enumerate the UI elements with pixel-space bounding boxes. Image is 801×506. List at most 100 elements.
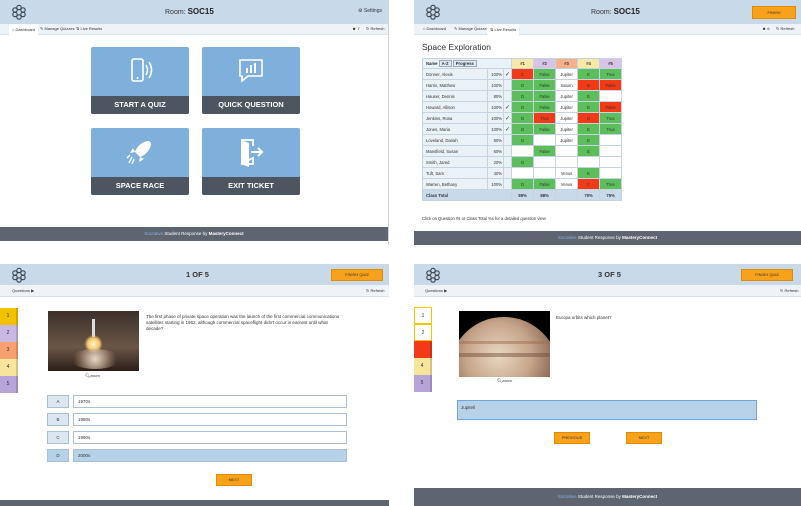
question-number-3[interactable]: 3 [0,342,18,359]
answer-cell[interactable]: C [511,68,535,80]
answer-cell[interactable]: False [599,101,623,113]
answer-cell[interactable]: B [577,79,601,91]
answer-cell[interactable] [511,145,535,157]
refresh-button[interactable]: ↻ Refresh [366,288,384,293]
question-header[interactable]: #4 [577,58,601,69]
question-number-4[interactable]: 4 [0,359,18,376]
class-total-value[interactable]: 88% [533,189,557,201]
question-header[interactable]: #1 [511,58,535,69]
answer-cell[interactable] [533,167,557,179]
answer-cell[interactable]: E [577,90,601,102]
answer-cell[interactable]: Jupiter [555,134,579,146]
answer-cell[interactable]: E [577,145,601,157]
space-race-tile[interactable]: SPACE RACE [91,128,189,195]
answer-cell[interactable]: Jupiter [555,68,579,80]
answer-cell[interactable] [555,156,579,168]
answer-choice[interactable]: D 2000s [47,449,347,462]
question-image[interactable] [459,311,550,377]
answer-cell[interactable]: True [599,68,623,80]
answer-cell[interactable]: Jupiter [555,123,579,135]
next-button[interactable]: NEXT [626,432,662,444]
tab-live-results[interactable]: ⇅ Live Results [487,24,520,35]
start-quiz-tile[interactable]: START A QUIZ [91,47,189,114]
answer-cell[interactable] [533,134,557,146]
answer-cell[interactable]: E [577,101,601,113]
answer-cell[interactable] [599,90,623,102]
answer-cell[interactable]: False [533,178,557,190]
answer-cell[interactable] [577,156,601,168]
class-total-value[interactable]: 89% [511,189,535,201]
answer-cell[interactable] [599,145,623,157]
tab-dashboard[interactable]: ⌂ Dashboard [423,26,446,31]
tab-manage-quizzes[interactable]: ✎ Manage Quizzes [40,26,74,31]
zoom-button[interactable]: 🔍︎zoom [85,373,100,378]
refresh-button[interactable]: ↻ Refresh [776,26,794,31]
tab-live-results[interactable]: ⇅ Live Results [76,26,102,31]
answer-cell[interactable]: True [599,123,623,135]
answer-cell[interactable]: False [533,123,557,135]
answer-cell[interactable]: False [533,101,557,113]
question-number-1[interactable]: 1 [0,308,18,325]
answer-cell[interactable]: C [577,178,601,190]
socrative-logo-icon[interactable] [11,4,27,20]
refresh-button[interactable]: ↻ Refresh [780,288,798,293]
answer-cell[interactable]: True [533,112,557,124]
answer-cell[interactable]: False [533,90,557,102]
class-total-value[interactable] [555,189,579,201]
previous-button[interactable]: PREVIOUS [554,432,590,444]
answer-choice[interactable]: C 1990s [47,431,347,444]
sort-select[interactable]: A-Z [438,60,452,67]
answer-cell[interactable]: D [511,156,535,168]
question-number-1[interactable]: 1 [414,307,432,324]
questions-toggle[interactable]: Questions ▶ [425,288,447,293]
socrative-logo-icon[interactable] [425,267,441,283]
answer-cell[interactable]: Jupiter [555,101,579,113]
answer-cell[interactable]: Jupiter [555,112,579,124]
answer-cell[interactable] [599,167,623,179]
answer-input[interactable]: Jupitell [457,400,757,420]
tab-manage-quizzes[interactable]: ✎ Manage Quizzes [454,26,488,31]
answer-cell[interactable]: Venus [555,178,579,190]
quick-question-tile[interactable]: QUICK QUESTION [202,47,300,114]
finish-button[interactable]: FINISH [752,6,796,19]
answer-cell[interactable]: D [511,79,535,91]
question-number-2[interactable]: 2 [0,325,18,342]
answer-cell[interactable]: D [577,112,601,124]
answer-cell[interactable]: False [533,68,557,80]
answer-cell[interactable]: E [577,123,601,135]
question-header[interactable]: #2 [533,58,557,69]
answer-cell[interactable]: D [511,101,535,113]
answer-cell[interactable]: D [511,134,535,146]
answer-cell[interactable]: E [577,134,601,146]
answer-cell[interactable]: D [511,90,535,102]
finish-quiz-button[interactable]: FINISH QUIZ [741,269,793,281]
answer-cell[interactable]: Saturn [555,79,579,91]
answer-cell[interactable] [555,145,579,157]
settings-button[interactable]: ⚙ Settings [358,8,382,14]
answer-cell[interactable] [511,167,535,179]
answer-cell[interactable]: False [533,145,557,157]
question-number-3[interactable] [414,341,432,358]
question-number-5[interactable]: 5 [0,376,18,393]
answer-cell[interactable]: Jupiter [555,90,579,102]
answer-cell[interactable]: D [511,112,535,124]
answer-cell[interactable]: True [599,178,623,190]
view-select[interactable]: Progress [452,60,477,67]
zoom-button[interactable]: 🔍︎zoom [497,378,512,383]
class-total-value[interactable]: 70% [577,189,601,201]
answer-cell[interactable] [599,156,623,168]
tab-dashboard[interactable]: ⌂ Dashboard [9,24,39,35]
answer-cell[interactable]: E [577,167,601,179]
question-header[interactable]: #5 [599,58,623,69]
socrative-logo-icon[interactable] [425,4,441,20]
question-header[interactable]: #3 [555,58,579,69]
answer-cell[interactable] [533,156,557,168]
finish-quiz-button[interactable]: FINISH QUIZ [331,269,383,281]
answer-choice[interactable]: B 1980s [47,413,347,426]
answer-cell[interactable]: False [533,79,557,91]
answer-cell[interactable]: E [577,68,601,80]
class-total-value[interactable]: 75% [599,189,623,201]
answer-cell[interactable]: D [511,123,535,135]
next-button[interactable]: NEXT [216,474,252,486]
socrative-logo-icon[interactable] [11,267,27,283]
